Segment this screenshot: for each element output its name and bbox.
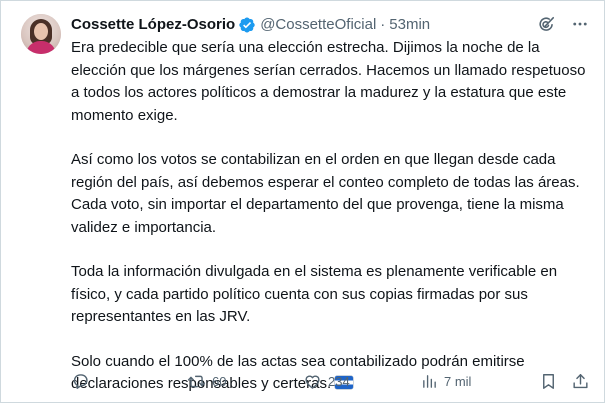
- author-handle[interactable]: @CossetteOficial: [260, 15, 376, 35]
- bookmark-icon: [539, 372, 558, 391]
- tweet-header: Cossette López-Osorio @CossetteOficial ·…: [71, 15, 430, 35]
- action-bar: 60 234 7 mil: [71, 369, 588, 393]
- share-icon: [571, 372, 590, 391]
- tweet-paragraph-2: Así como los votos se contabilizan en el…: [71, 151, 580, 236]
- more-icon[interactable]: [570, 14, 590, 34]
- verified-badge-icon: [238, 16, 256, 34]
- heart-icon: [303, 372, 322, 391]
- views-button[interactable]: 7 mil: [421, 373, 471, 390]
- tweet-text: Era predecible que sería una elección es…: [71, 37, 591, 396]
- tweet-paragraph-3: Toda la información divulgada en el sist…: [71, 263, 558, 325]
- reply-icon: [71, 372, 90, 391]
- top-actions: [536, 14, 590, 34]
- tweet-time[interactable]: 53min: [389, 15, 430, 35]
- views-count: 7 mil: [444, 373, 472, 389]
- retweet-icon: [187, 372, 206, 391]
- avatar[interactable]: [21, 14, 61, 54]
- grok-icon[interactable]: [536, 14, 556, 34]
- separator-dot: ·: [380, 16, 386, 33]
- reply-button[interactable]: [71, 372, 96, 391]
- retweet-button[interactable]: 60: [187, 372, 226, 391]
- share-button[interactable]: [571, 372, 590, 391]
- views-icon: [421, 373, 438, 390]
- like-count: 234: [328, 373, 350, 389]
- author-name[interactable]: Cossette López-Osorio: [71, 15, 235, 35]
- like-button[interactable]: 234: [303, 372, 350, 391]
- tweet-paragraph-1: Era predecible que sería una elección es…: [71, 39, 586, 124]
- tweet-card[interactable]: Cossette López-Osorio @CossetteOficial ·…: [0, 0, 605, 403]
- retweet-count: 60: [212, 373, 227, 389]
- bookmark-button[interactable]: [539, 372, 558, 391]
